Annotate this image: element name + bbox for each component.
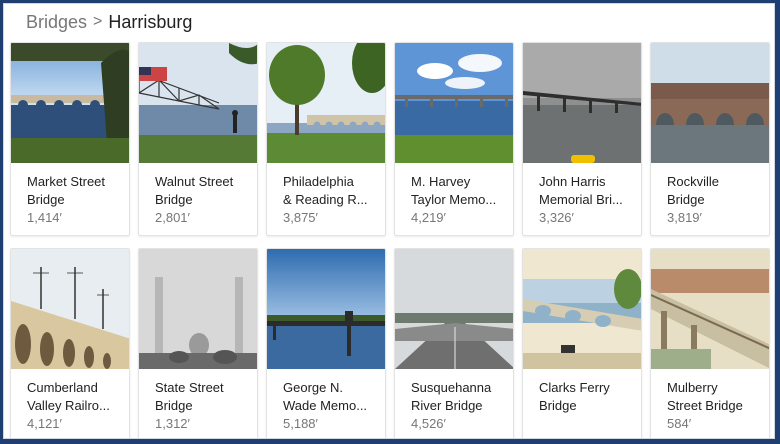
bridge-name-line1: Philadelphia xyxy=(283,174,354,189)
bridge-length: 3,326′ xyxy=(539,210,574,225)
breadcrumb-separator: > xyxy=(93,13,103,30)
bridge-length: 584′ xyxy=(667,416,692,431)
bridge-name-line2: Bridge xyxy=(667,192,705,207)
bridge-photo xyxy=(139,43,257,163)
bridge-card[interactable]: Cumberland Valley Railro... 4,121′ xyxy=(10,248,130,438)
bridge-name-line1: Mulberry xyxy=(667,380,718,395)
bridge-card[interactable]: Market Street Bridge 1,414′ xyxy=(10,42,130,236)
bridge-card[interactable]: George N. Wade Memo... 5,188′ xyxy=(266,248,386,438)
bridge-length: 4,219′ xyxy=(411,210,446,225)
bridge-card[interactable]: Rockville Bridge 3,819′ xyxy=(650,42,770,236)
bridge-photo xyxy=(395,249,513,369)
breadcrumb-parent-link[interactable]: Bridges xyxy=(26,12,87,33)
bridge-photo xyxy=(395,43,513,163)
breadcrumb-current: Harrisburg xyxy=(108,11,193,32)
bridge-name-line2: Memorial Bri... xyxy=(539,192,623,207)
bridge-card[interactable]: John Harris Memorial Bri... 3,326′ xyxy=(522,42,642,236)
bridge-photo xyxy=(523,43,641,163)
bridge-card[interactable]: Susquehanna River Bridge 4,526′ xyxy=(394,248,514,438)
bridge-photo xyxy=(267,249,385,369)
bridge-length: 2,801′ xyxy=(155,210,190,225)
bridge-name-line2: Bridge xyxy=(539,398,577,413)
breadcrumb: Bridges > Harrisburg xyxy=(26,10,192,34)
bridge-photo xyxy=(11,249,129,369)
bridge-photo xyxy=(523,249,641,369)
bridge-photo xyxy=(11,43,129,163)
bridge-name-line1: Rockville xyxy=(667,174,720,189)
bridge-name-line2: Bridge xyxy=(155,398,193,413)
bridge-length: 3,875′ xyxy=(283,210,318,225)
bridge-photo xyxy=(139,249,257,369)
bridge-name-line2: & Reading R... xyxy=(283,192,368,207)
bridge-length: 3,819′ xyxy=(667,210,702,225)
bridge-card[interactable]: Mulberry Street Bridge 584′ xyxy=(650,248,770,438)
bridge-name-line1: Susquehanna xyxy=(411,380,492,395)
bridge-name-line1: M. Harvey xyxy=(411,174,471,189)
bridge-card[interactable]: Walnut Street Bridge 2,801′ xyxy=(138,42,258,236)
bridge-name-line2: Valley Railro... xyxy=(27,398,110,413)
bridge-photo xyxy=(651,43,769,163)
bridge-name-line1: Walnut Street xyxy=(155,174,234,189)
bridge-name-line2: River Bridge xyxy=(411,398,483,413)
bridge-name-line2: Bridge xyxy=(155,192,193,207)
bridge-length: 4,121′ xyxy=(27,416,62,431)
bridge-photo xyxy=(651,249,769,369)
bridge-length: 5,188′ xyxy=(283,416,318,431)
bridge-photo xyxy=(267,43,385,163)
bridge-name-line2: Bridge xyxy=(27,192,65,207)
results-panel: Bridges > Harrisburg Market Street Bridge… xyxy=(3,3,775,439)
bridge-card[interactable]: State Street Bridge 1,312′ xyxy=(138,248,258,438)
bridge-name-line1: Cumberland xyxy=(27,380,98,395)
bridge-length: 1,312′ xyxy=(155,416,190,431)
bridge-name-line1: Clarks Ferry xyxy=(539,380,610,395)
bridge-length: 4,526′ xyxy=(411,416,446,431)
bridge-name-line1: George N. xyxy=(283,380,343,395)
bridge-name-line2: Taylor Memo... xyxy=(411,192,497,207)
bridge-name-line1: John Harris xyxy=(539,174,606,189)
bridge-name-line2: Wade Memo... xyxy=(283,398,368,413)
bridge-card[interactable]: Clarks Ferry Bridge xyxy=(522,248,642,438)
bridge-name-line1: State Street xyxy=(155,380,224,395)
bridge-name-line1: Market Street xyxy=(27,174,106,189)
bridge-card[interactable]: M. Harvey Taylor Memo... 4,219′ xyxy=(394,42,514,236)
bridge-grid: Market Street Bridge 1,414′ Walnut Street… xyxy=(10,42,770,438)
bridge-card[interactable]: Philadelphia & Reading R... 3,875′ xyxy=(266,42,386,236)
bridge-length: 1,414′ xyxy=(27,210,62,225)
bridge-name-line2: Street Bridge xyxy=(667,398,743,413)
